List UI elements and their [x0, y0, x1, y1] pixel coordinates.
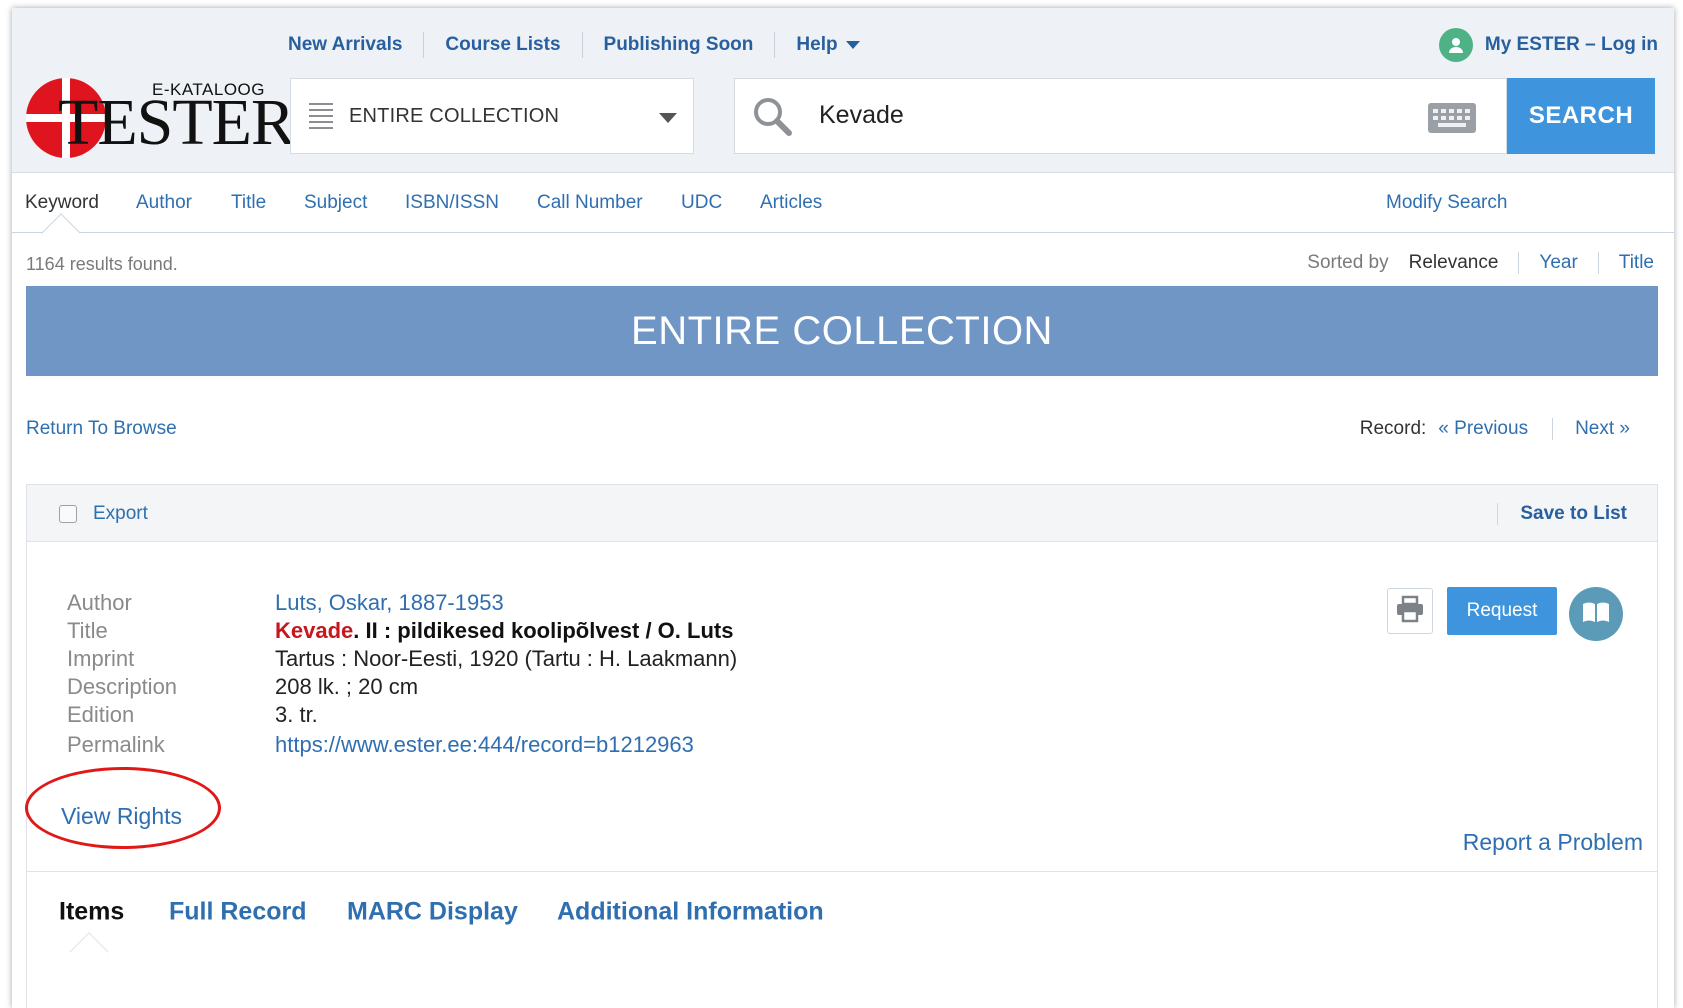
sort-title[interactable]: Title [1597, 252, 1654, 274]
tab-keyword[interactable]: Keyword [25, 192, 99, 214]
search-button[interactable]: SEARCH [1507, 78, 1655, 154]
permalink-link[interactable]: https://www.ester.ee:444/record=b1212963 [275, 731, 694, 759]
request-button[interactable]: Request [1447, 587, 1557, 635]
search-type-tabs: Keyword Author Title Subject ISBN/ISSN C… [12, 173, 1674, 253]
active-tab-pointer [41, 213, 81, 253]
field-imprint: Imprint Tartus : Noor-Eesti, 1920 (Tartu… [67, 645, 737, 673]
field-edition: Edition 3. tr. [67, 701, 737, 729]
return-to-browse-link[interactable]: Return To Browse [26, 418, 177, 440]
tab-articles[interactable]: Articles [760, 192, 822, 214]
help-label: Help [796, 34, 838, 55]
report-problem-link[interactable]: Report a Problem [1463, 829, 1643, 856]
print-button[interactable] [1387, 588, 1433, 634]
print-icon [1395, 595, 1425, 628]
field-label: Description [67, 674, 178, 699]
save-to-list-button[interactable]: Save to List [1497, 503, 1627, 525]
collection-scope-select[interactable]: ENTIRE COLLECTION [290, 78, 694, 154]
previous-record-link[interactable]: « Previous [1438, 418, 1552, 440]
next-record-link[interactable]: Next » [1552, 418, 1630, 440]
search-icon [751, 95, 795, 144]
book-button[interactable] [1569, 587, 1623, 641]
nav-help-menu[interactable]: Help [774, 32, 880, 58]
export-label[interactable]: Export [93, 503, 148, 525]
field-label: Author [67, 590, 132, 615]
search-query: Kevade [819, 101, 904, 129]
field-author: Author Luts, Oskar, 1887-1953 [67, 589, 737, 617]
account-link[interactable]: My ESTER – Log in [1438, 28, 1658, 62]
record-label: Record: [1359, 418, 1427, 439]
edition-value: 3. tr. [275, 702, 318, 727]
tab-title[interactable]: Title [231, 192, 266, 214]
collection-banner: ENTIRE COLLECTION [26, 286, 1658, 376]
keyboard-icon[interactable] [1428, 103, 1476, 133]
logo-word: TESTER [58, 86, 295, 159]
field-label: Edition [67, 702, 135, 727]
record-detail-tabs: Items Full Record MARC Display Additiona… [27, 871, 1657, 972]
sort-options: Sorted by Relevance Year Title [1307, 252, 1654, 274]
browser-frame: New Arrivals Course Lists Publishing Soo… [12, 8, 1674, 1008]
field-title: Title Kevade. II : pildikesed koolipõlve… [67, 617, 737, 645]
view-rights-link[interactable]: View Rights [61, 803, 182, 830]
user-icon [1438, 28, 1473, 62]
title-value: Kevade. II : pildikesed koolipõlvest / O… [275, 617, 733, 645]
record-panel: Export Save to List Author Luts, Oskar, … [25, 484, 1658, 1008]
modify-search-link[interactable]: Modify Search [1386, 192, 1507, 214]
nav-new-arrivals[interactable]: New Arrivals [288, 32, 423, 58]
description-value: 208 lk. ; 20 cm [275, 674, 419, 699]
field-label: Title [67, 618, 108, 643]
site-logo[interactable]: E-KATALOOG TESTER [26, 72, 295, 160]
field-description: Description 208 lk. ; 20 cm [67, 673, 737, 701]
record-navigation: Record: « Previous Next » [1360, 418, 1630, 440]
tab-subject[interactable]: Subject [304, 192, 367, 214]
record-fields: Author Luts, Oskar, 1887-1953 Title Keva… [67, 589, 737, 759]
active-tab-pointer [69, 932, 109, 972]
tab-items[interactable]: Items [59, 898, 124, 927]
tab-isbn-issn[interactable]: ISBN/ISSN [405, 192, 499, 214]
list-icon [309, 103, 333, 129]
record-toolbar: Export Save to List [27, 485, 1657, 542]
author-link[interactable]: Luts, Oskar, 1887-1953 [275, 589, 504, 617]
nav-course-lists[interactable]: Course Lists [423, 32, 581, 58]
title-rest: . II : pildikesed koolipõlvest / O. Luts [353, 618, 734, 643]
export-checkbox[interactable] [59, 505, 77, 523]
scope-value: ENTIRE COLLECTION [349, 104, 560, 127]
sort-year[interactable]: Year [1518, 252, 1597, 274]
tab-call-number[interactable]: Call Number [537, 192, 643, 214]
imprint-value: Tartus : Noor-Eesti, 1920 (Tartu : H. La… [275, 646, 738, 671]
results-count: 1164 results found. [26, 254, 178, 274]
tab-marc-display[interactable]: MARC Display [347, 898, 518, 927]
search-input[interactable]: Kevade [734, 78, 1507, 154]
tab-author[interactable]: Author [136, 192, 192, 214]
nav-publishing-soon[interactable]: Publishing Soon [581, 32, 775, 58]
sort-relevance[interactable]: Relevance [1409, 252, 1519, 274]
sorted-by-label: Sorted by [1307, 252, 1389, 273]
field-label: Imprint [67, 646, 135, 671]
tab-full-record[interactable]: Full Record [169, 898, 307, 927]
chevron-down-icon [845, 41, 860, 49]
field-permalink: Permalink https://www.ester.ee:444/recor… [67, 731, 737, 759]
site-header: New Arrivals Course Lists Publishing Soo… [12, 8, 1674, 173]
book-icon [1581, 600, 1611, 629]
field-label: Permalink [67, 732, 165, 757]
account-label: My ESTER – Log in [1484, 34, 1658, 55]
title-highlight: Kevade [275, 618, 354, 643]
tab-additional-information[interactable]: Additional Information [557, 898, 824, 927]
dropdown-caret-icon [659, 113, 677, 123]
tab-udc[interactable]: UDC [681, 192, 722, 214]
top-nav: New Arrivals Course Lists Publishing Soo… [288, 32, 881, 58]
